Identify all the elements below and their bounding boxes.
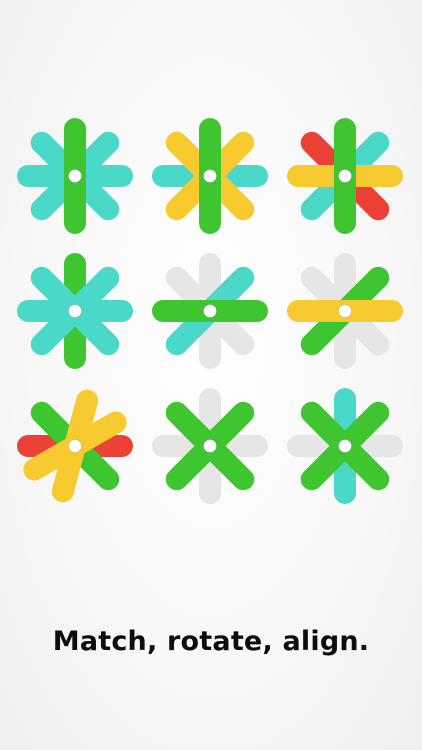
pivot-pin [68,304,82,318]
tile-3[interactable] [287,118,403,234]
tile-2[interactable] [152,118,268,234]
pivot-pin [338,304,352,318]
pivot-pin [338,169,352,183]
tile-6[interactable] [287,253,403,369]
pivot-pin [68,439,82,453]
pivot-pin [68,169,82,183]
pivot-pin [203,304,217,318]
pivot-pin [203,439,217,453]
pivot-pin [338,439,352,453]
puzzle-board [17,118,403,505]
tagline: Match, rotate, align. [52,626,370,657]
pivot-pin [203,169,217,183]
tile-1[interactable] [17,118,133,234]
tile-8[interactable] [152,388,268,504]
tile-4[interactable] [17,253,133,369]
tile-7[interactable] [17,387,133,505]
tile-9[interactable] [287,388,403,504]
tile-5[interactable] [152,253,268,369]
